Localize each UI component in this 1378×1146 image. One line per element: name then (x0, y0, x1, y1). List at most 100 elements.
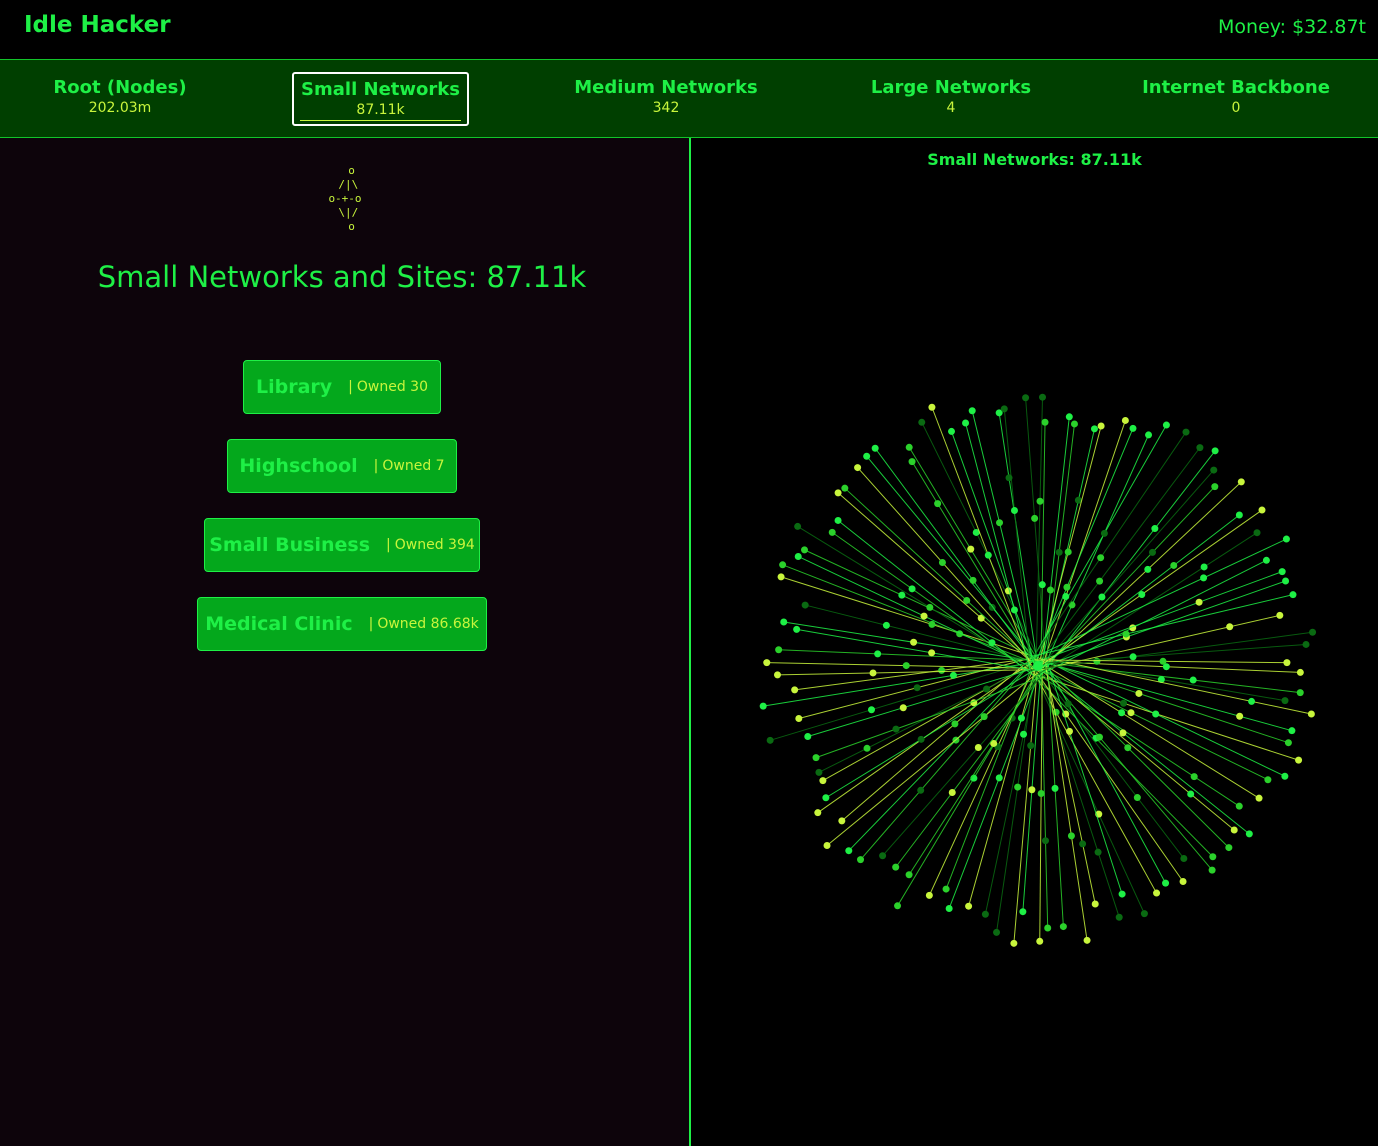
network-node (974, 743, 982, 751)
network-node (934, 500, 942, 508)
network-node (874, 650, 882, 658)
tab-root-nodes[interactable]: Root (Nodes) 202.03m (30, 72, 210, 126)
network-node (1162, 421, 1170, 429)
buy-library-button[interactable]: Library | Owned 30 (243, 360, 441, 414)
network-node (1124, 744, 1132, 752)
network-node (1288, 727, 1296, 735)
network-node (1138, 590, 1146, 598)
network-link (998, 412, 1039, 669)
network-node (1037, 790, 1045, 798)
tab-internet-backbone[interactable]: Internet Backbone 0 (1131, 72, 1341, 126)
network-node (795, 715, 803, 723)
network-node (925, 891, 933, 899)
network-node (981, 910, 989, 918)
tab-count: 4 (946, 100, 956, 116)
network-node (1235, 511, 1243, 519)
buy-small-business-button[interactable]: Small Business | Owned 394 (204, 518, 480, 572)
network-node (980, 713, 988, 721)
network-node (967, 545, 975, 553)
network-node (1180, 854, 1188, 862)
buy-medical-clinic-button[interactable]: Medical Clinic | Owned 86.68k (197, 597, 487, 651)
network-node (1065, 727, 1073, 735)
network-node (841, 484, 849, 492)
network-node (1065, 413, 1073, 421)
network-node (1046, 586, 1054, 594)
network-node (838, 817, 846, 825)
network-node (1200, 563, 1208, 571)
network-node (965, 902, 973, 910)
network-node (949, 671, 957, 679)
network-link (837, 492, 1031, 662)
network-node (1258, 506, 1266, 514)
network-link (1022, 659, 1043, 912)
network-node (1237, 478, 1245, 486)
network-node (1036, 937, 1044, 945)
network-node (1127, 709, 1135, 717)
network-node (894, 902, 902, 910)
network-node (1182, 428, 1190, 436)
separator: | (368, 616, 374, 632)
network-node (1064, 548, 1072, 556)
buy-highschool-button[interactable]: Highschool | Owned 7 (227, 439, 457, 493)
money-display: Money: $32.87t (1218, 16, 1366, 38)
network-node (996, 519, 1004, 527)
network-node (1296, 689, 1304, 697)
network-node (1042, 837, 1050, 845)
network-node (1122, 630, 1130, 638)
network-node (938, 559, 946, 567)
network-node (1276, 611, 1284, 619)
network-node (1118, 709, 1126, 717)
network-node (969, 576, 977, 584)
network-node (1295, 756, 1303, 764)
network-link (1040, 486, 1216, 671)
network-node (1284, 739, 1292, 747)
network-link (1025, 397, 1046, 664)
network-node (917, 735, 925, 743)
network-node (995, 774, 1003, 782)
network-node (1097, 554, 1105, 562)
network-node (1296, 668, 1304, 676)
network-node (905, 443, 913, 451)
network-node (984, 551, 992, 559)
network-node (1253, 529, 1261, 537)
network-node (1159, 657, 1167, 665)
owned-value: Owned 7 (382, 458, 445, 474)
tab-large-networks[interactable]: Large Networks 4 (861, 72, 1041, 126)
network-node (1196, 444, 1204, 452)
network-node (834, 516, 842, 524)
network-node (814, 809, 822, 817)
network-node (1119, 729, 1127, 737)
network-node (882, 621, 890, 629)
network-node (908, 458, 916, 466)
tab-label: Medium Networks (574, 77, 758, 98)
network-node (1068, 601, 1076, 609)
network-node (1091, 900, 1099, 908)
network-node (918, 418, 926, 426)
network-link (763, 662, 1030, 707)
network-node (951, 720, 959, 728)
network-node (1118, 890, 1126, 898)
network-node (1028, 786, 1036, 794)
network-node (1031, 514, 1039, 522)
network-node (908, 585, 916, 593)
network-node (938, 666, 946, 674)
network-ascii-art: o /|\ o-+-o \|/ o (328, 164, 362, 233)
tab-medium-networks[interactable]: Medium Networks 342 (566, 72, 766, 126)
network-node (1211, 447, 1219, 455)
separator: | (373, 458, 379, 474)
item-name: Library (256, 376, 333, 398)
tab-small-networks[interactable]: Small Networks 87.11k (292, 72, 469, 126)
network-node (779, 561, 787, 569)
separator: | (348, 379, 353, 395)
network-node (1162, 879, 1170, 887)
network-node (892, 863, 900, 871)
network-node (1281, 772, 1289, 780)
network-node (899, 704, 907, 712)
network-node (1152, 710, 1160, 718)
network-node (1210, 466, 1218, 474)
network-node (1039, 393, 1047, 401)
network-link (1030, 631, 1313, 671)
tab-label: Root (Nodes) (53, 77, 187, 98)
network-link (1029, 665, 1157, 894)
tab-count: 87.11k (300, 102, 461, 121)
